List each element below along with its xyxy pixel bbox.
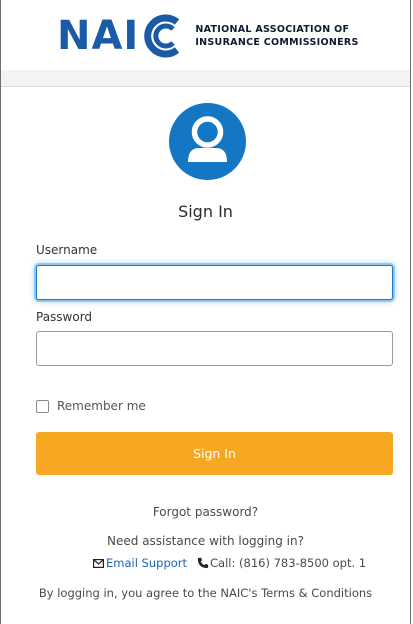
contact-row: Email Support Call: (816) 783-8500 opt. …: [93, 555, 366, 571]
username-input[interactable]: [36, 265, 393, 300]
forgot-password-link[interactable]: Forgot password?: [1, 505, 410, 519]
sign-in-button[interactable]: Sign In: [36, 432, 393, 475]
phone-support-text: Call: (816) 783-8500 opt. 1: [210, 556, 367, 570]
header-strip: [1, 70, 410, 86]
naic-logo: NAI NATIONAL ASSOCIATION OF INSURANCE CO…: [57, 14, 359, 58]
user-avatar-icon: [169, 103, 246, 180]
terms-text: By logging in, you agree to the NAIC's T…: [38, 586, 373, 600]
remember-me-checkbox[interactable]: [36, 399, 49, 413]
assistance-text: Need assistance with logging in?: [107, 534, 304, 548]
email-support-link[interactable]: Email Support: [106, 556, 187, 570]
phone-icon: [197, 557, 209, 569]
remember-me-label[interactable]: Remember me: [57, 399, 146, 413]
page-title: Sign In: [178, 202, 233, 221]
logo-wordmark: NAI: [57, 13, 140, 59]
remember-me-row[interactable]: Remember me: [36, 398, 146, 414]
password-label: Password: [36, 310, 93, 324]
logo-org-line2: INSURANCE COMMISSIONERS: [195, 37, 359, 48]
header: NAI NATIONAL ASSOCIATION OF INSURANCE CO…: [1, 0, 410, 87]
logo-org-line1: NATIONAL ASSOCIATION OF: [195, 24, 350, 35]
login-frame: NAI NATIONAL ASSOCIATION OF INSURANCE CO…: [0, 0, 411, 624]
envelope-icon: [93, 558, 104, 568]
username-label: Username: [36, 243, 98, 257]
logo-c-mark-icon: [144, 14, 180, 58]
password-input[interactable]: [36, 331, 393, 366]
logo-org-name: NATIONAL ASSOCIATION OF INSURANCE COMMIS…: [195, 23, 358, 49]
